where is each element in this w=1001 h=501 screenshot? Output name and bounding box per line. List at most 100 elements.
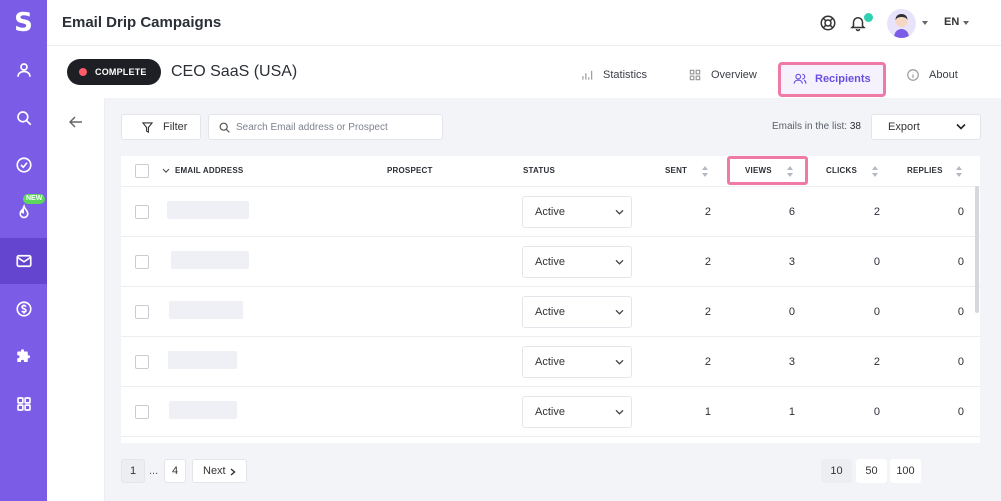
tab-recipients[interactable]: Recipients: [778, 62, 886, 97]
page-size-10[interactable]: 10: [821, 459, 852, 483]
search-box: [208, 114, 443, 140]
chevron-down-icon[interactable]: [162, 168, 170, 174]
sent-count: 1: [704, 406, 711, 418]
clicks-count: 0: [873, 406, 880, 418]
status-select[interactable]: Active: [522, 346, 632, 378]
status-value: Active: [535, 306, 565, 318]
sidebar-item-tasks[interactable]: [0, 142, 47, 188]
grid-icon: [16, 397, 31, 411]
tab-overview[interactable]: Overview: [688, 66, 757, 84]
sort-icon[interactable]: [872, 166, 878, 177]
filter-icon: [142, 121, 153, 133]
campaign-header: COMPLETE CEO SaaS (USA) Statistics Overv…: [47, 46, 1001, 98]
next-page-label: Next: [203, 465, 226, 477]
col-status[interactable]: STATUS: [523, 166, 555, 175]
chevron-down-icon: [956, 123, 966, 130]
status-select[interactable]: Active: [522, 396, 632, 428]
sort-icon[interactable]: [787, 166, 793, 177]
email-address-redacted: [167, 201, 249, 219]
emails-count-label: Emails in the list:: [772, 121, 848, 132]
status-value: Active: [535, 206, 565, 218]
row-checkbox[interactable]: [135, 355, 149, 369]
filter-button[interactable]: Filter: [121, 114, 201, 140]
replies-count: 0: [957, 356, 964, 368]
page-button-current[interactable]: 1: [121, 459, 145, 483]
col-sent[interactable]: SENT: [665, 166, 687, 175]
export-dropdown[interactable]: Export: [871, 114, 981, 140]
table-row: Active 2 3 0 0: [121, 237, 980, 287]
tab-about[interactable]: About: [906, 66, 958, 84]
col-views[interactable]: VIEWS: [745, 166, 772, 175]
views-count: 1: [788, 406, 795, 418]
col-prospect[interactable]: PROSPECT: [387, 166, 433, 175]
language-selector[interactable]: EN: [944, 16, 959, 28]
tab-statistics[interactable]: Statistics: [580, 66, 647, 84]
export-label: Export: [888, 121, 920, 133]
clicks-count: 2: [873, 356, 880, 368]
sidebar-item-billing[interactable]: [0, 286, 47, 332]
select-all-checkbox[interactable]: [135, 164, 149, 178]
col-replies[interactable]: REPLIES: [907, 166, 943, 175]
chevron-down-icon: [615, 259, 624, 265]
col-clicks[interactable]: CLICKS: [826, 166, 857, 175]
search-input[interactable]: [236, 119, 436, 136]
row-checkbox[interactable]: [135, 405, 149, 419]
clicks-count: 0: [873, 306, 880, 318]
tab-about-label: About: [929, 69, 958, 81]
recipients-table: EMAIL ADDRESS PROSPECT STATUS SENT VIEWS…: [121, 156, 980, 443]
sidebar-item-search[interactable]: [0, 95, 47, 141]
status-value: Active: [535, 356, 565, 368]
status-select[interactable]: Active: [522, 296, 632, 328]
col-email[interactable]: EMAIL ADDRESS: [175, 166, 243, 175]
sort-icon[interactable]: [956, 166, 962, 177]
sidebar-item-profile[interactable]: [0, 47, 47, 93]
row-checkbox[interactable]: [135, 305, 149, 319]
page-size-50[interactable]: 50: [856, 459, 887, 483]
table-scrollbar[interactable]: [975, 186, 979, 313]
sidebar-item-email[interactable]: [0, 238, 47, 284]
flame-icon: [18, 204, 29, 219]
new-badge: NEW: [23, 194, 46, 204]
sidebar-item-integrations[interactable]: [0, 333, 47, 379]
clicks-count: 0: [873, 256, 880, 268]
help-lifebuoy-icon[interactable]: [819, 14, 837, 32]
email-address-redacted: [169, 401, 237, 419]
search-icon: [219, 122, 230, 133]
chevron-right-icon: [230, 468, 236, 476]
email-address-redacted: [171, 251, 249, 269]
status-select[interactable]: Active: [522, 196, 632, 228]
sent-count: 2: [704, 306, 711, 318]
status-badge-label: COMPLETE: [95, 67, 147, 77]
sidebar: S NEW: [0, 0, 47, 501]
chevron-down-icon[interactable]: [963, 21, 969, 25]
table-row: Active 2 3 2 0: [121, 337, 980, 387]
sidebar-item-apps[interactable]: [0, 381, 47, 427]
views-count: 3: [788, 356, 795, 368]
next-page-button[interactable]: Next: [192, 459, 247, 483]
clicks-count: 2: [873, 206, 880, 218]
page-ellipsis: ...: [149, 465, 159, 477]
chevron-down-icon: [615, 409, 624, 415]
user-icon: [16, 63, 31, 77]
sidebar-item-hot[interactable]: NEW: [0, 190, 47, 236]
replies-count: 0: [957, 406, 964, 418]
chevron-down-icon[interactable]: [922, 21, 928, 25]
sort-icon[interactable]: [702, 166, 708, 177]
page-size-100[interactable]: 100: [890, 459, 921, 483]
arrow-left-icon[interactable]: [69, 116, 83, 128]
app-logo[interactable]: S: [0, 0, 47, 46]
status-value: Active: [535, 256, 565, 268]
email-address-redacted: [169, 301, 243, 319]
avatar[interactable]: [887, 9, 916, 38]
sent-count: 2: [704, 356, 711, 368]
row-checkbox[interactable]: [135, 205, 149, 219]
table-row: Active 1 1 0 0: [121, 387, 980, 437]
row-checkbox[interactable]: [135, 255, 149, 269]
status-select[interactable]: Active: [522, 246, 632, 278]
status-value: Active: [535, 406, 565, 418]
replies-count: 0: [957, 206, 964, 218]
search-icon: [16, 111, 31, 126]
top-bar: Email Drip Campaigns EN: [47, 0, 1001, 46]
page-button-last[interactable]: 4: [164, 459, 186, 483]
grid-icon: [689, 69, 701, 81]
